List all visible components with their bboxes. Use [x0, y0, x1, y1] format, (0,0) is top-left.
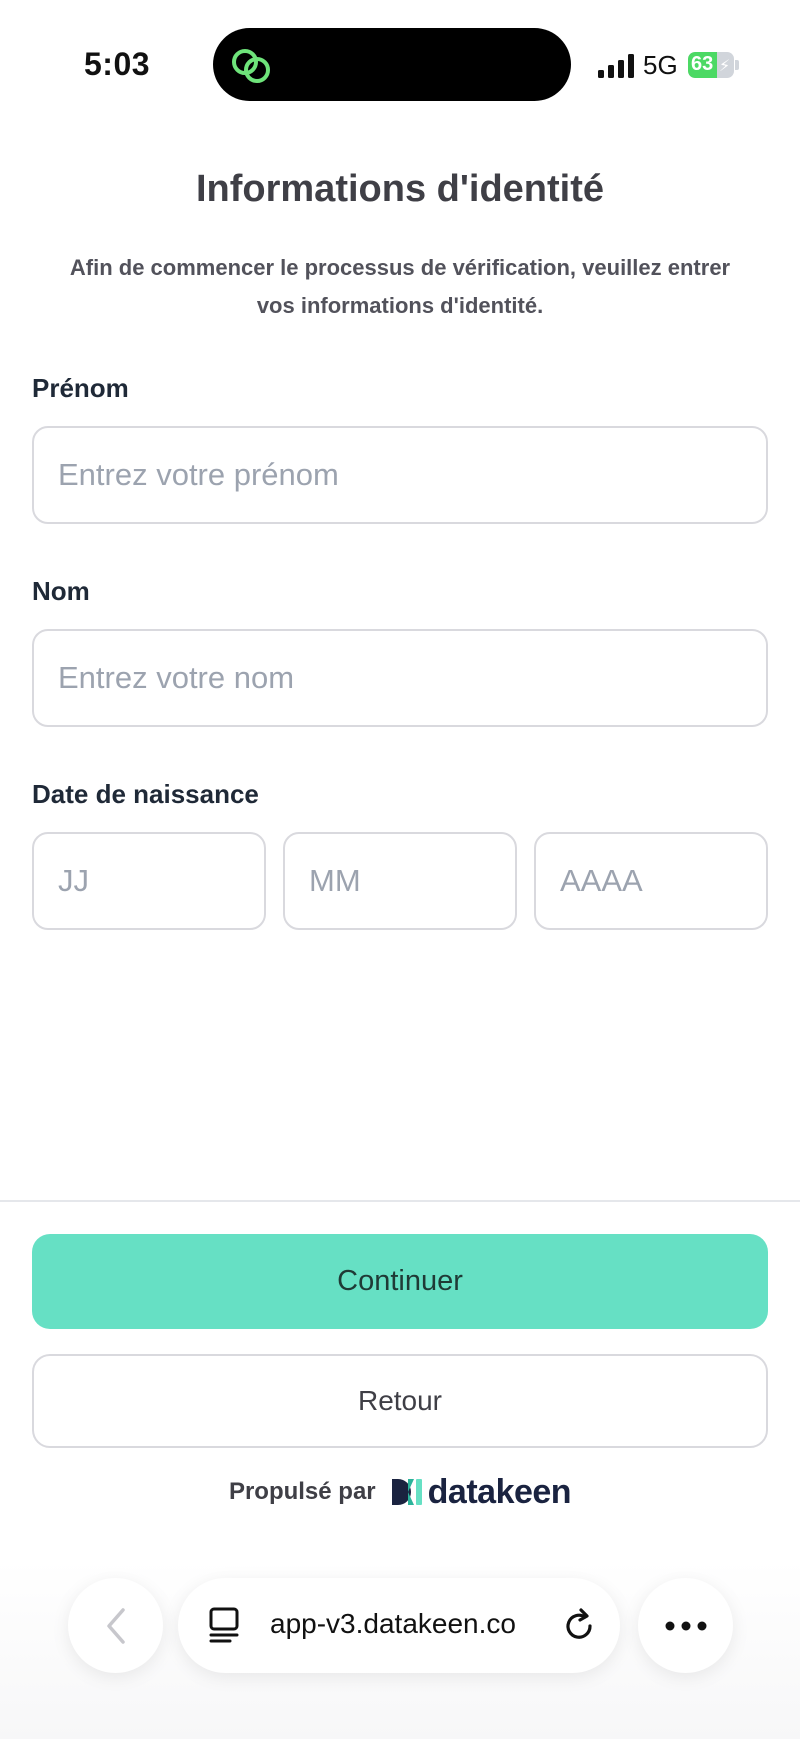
page-subtitle: Afin de commencer le processus de vérifi…: [69, 255, 731, 318]
first-name-label: Prénom: [32, 373, 129, 403]
browser-back-button[interactable]: [68, 1578, 163, 1673]
datakeen-logo: datakeen: [390, 1472, 572, 1512]
reload-icon[interactable]: [560, 1606, 598, 1644]
url-bar[interactable]: app-v3.datakeen.co: [178, 1578, 620, 1673]
battery-percent: 63: [691, 53, 714, 75]
powered-by-text: Propulsé par: [228, 1478, 376, 1505]
page-title: Informations d'identité: [195, 168, 605, 210]
more-icon: [665, 1621, 706, 1630]
chevron-left-icon: [106, 1607, 125, 1644]
continue-button[interactable]: Continuer: [32, 1234, 768, 1329]
last-name-label: Nom: [32, 576, 90, 606]
powered-by: Propulsé par datakeen: [0, 1472, 800, 1512]
more-options-button[interactable]: [638, 1578, 733, 1673]
brand-name: datakeen: [427, 1472, 572, 1511]
first-name-input[interactable]: [32, 426, 768, 524]
signal-icon: [598, 54, 634, 78]
browser-toolbar: app-v3.datakeen.co: [0, 1560, 800, 1739]
url-text: app-v3.datakeen.co: [270, 1608, 516, 1639]
screen: 5:03 5G 63 ⚡ Informations d'identité Afi…: [0, 0, 800, 1739]
dynamic-island: [213, 28, 571, 101]
status-bar: 5:03 5G 63 ⚡: [0, 0, 800, 110]
birth-year-input[interactable]: [534, 832, 768, 930]
reader-mode-icon: [209, 1607, 239, 1643]
footer-divider: [0, 1200, 800, 1202]
network-label: 5G: [643, 50, 678, 80]
birth-day-input[interactable]: [32, 832, 266, 930]
last-name-input[interactable]: [32, 629, 768, 727]
datakeen-mark-icon: [391, 1479, 422, 1505]
status-time: 5:03: [84, 46, 151, 82]
back-button[interactable]: Retour: [32, 1354, 768, 1448]
birth-date-label: Date de naissance: [32, 779, 259, 809]
birth-month-input[interactable]: [283, 832, 517, 930]
battery-icon: 63 ⚡: [688, 52, 740, 78]
charging-bolt-icon: ⚡: [719, 58, 731, 75]
link-rings-icon: [232, 49, 270, 83]
